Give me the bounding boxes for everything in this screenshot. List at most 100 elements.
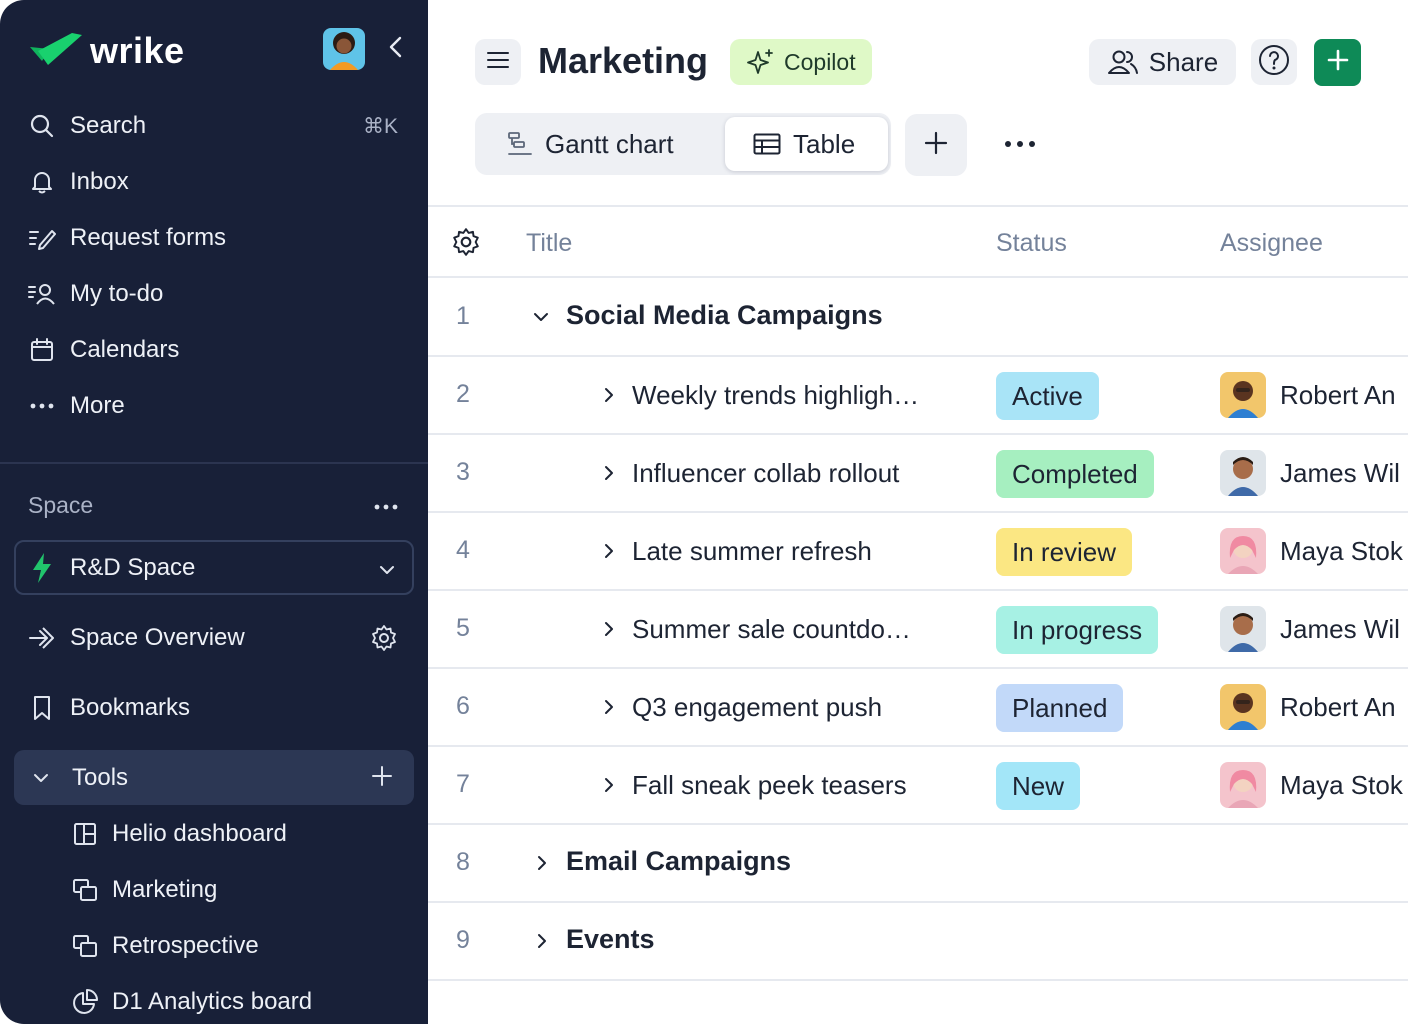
- chevron-right-icon[interactable]: [597, 536, 621, 566]
- table-row[interactable]: 4 Late summer refresh In review Maya Sto…: [428, 512, 1408, 590]
- row-number: 2: [456, 380, 470, 408]
- brand-logo[interactable]: wrike: [28, 30, 185, 72]
- table-group-row[interactable]: 1 Social Media Campaigns: [428, 278, 1408, 356]
- more-views-button[interactable]: [1000, 128, 1040, 162]
- sidebar-item-request-forms[interactable]: Request forms: [0, 210, 428, 266]
- assignee-cell[interactable]: Maya Stok: [1220, 528, 1403, 574]
- gantt-icon: [507, 131, 533, 157]
- sidebar-item-inbox[interactable]: Inbox: [0, 154, 428, 210]
- dashboard-icon: [72, 821, 98, 847]
- group-title[interactable]: Events: [566, 924, 655, 955]
- table-group-row[interactable]: 9 Events: [428, 902, 1408, 980]
- chevron-right-icon[interactable]: [597, 458, 621, 488]
- hamburger-icon: [487, 51, 509, 74]
- assignee-cell[interactable]: Robert An: [1220, 684, 1396, 730]
- chevron-right-icon[interactable]: [597, 692, 621, 722]
- gear-icon[interactable]: [451, 227, 481, 262]
- sidebar-item-label: Calendars: [70, 336, 180, 363]
- tab-table[interactable]: Table: [725, 117, 888, 171]
- menu-button[interactable]: [475, 39, 521, 85]
- space-selector[interactable]: R&D Space: [14, 540, 414, 595]
- plus-icon: [1326, 48, 1350, 77]
- gear-icon[interactable]: [370, 624, 398, 659]
- main-panel: Marketing Copilot Share Gantt chart Tabl…: [428, 0, 1408, 1024]
- task-title[interactable]: Late summer refresh: [632, 536, 872, 567]
- project-icon: [72, 933, 98, 959]
- sidebar-item-label: Search: [70, 112, 147, 139]
- avatar: [1220, 528, 1266, 574]
- calendar-icon: [28, 336, 56, 364]
- tab-gantt-chart[interactable]: Gantt chart: [507, 117, 674, 171]
- sidebar-item-marketing[interactable]: Marketing: [0, 862, 428, 918]
- bookmarks-section: Bookmarks: [0, 680, 428, 736]
- task-title[interactable]: Q3 engagement push: [632, 692, 882, 723]
- chevron-right-icon[interactable]: [597, 770, 621, 800]
- add-view-button[interactable]: [905, 114, 967, 176]
- sidebar-item-label: Inbox: [70, 168, 129, 195]
- table-row[interactable]: 2 Weekly trends highligh… Active Robert …: [428, 356, 1408, 434]
- sidebar-item-label: Space Overview: [70, 624, 245, 651]
- tab-label: Table: [793, 128, 856, 159]
- chevron-right-icon[interactable]: [530, 848, 554, 878]
- table-icon: [753, 133, 781, 155]
- sidebar-item-retrospective[interactable]: Retrospective: [0, 918, 428, 974]
- assignee-cell[interactable]: Robert An: [1220, 372, 1396, 418]
- chevron-right-icon[interactable]: [530, 926, 554, 956]
- status-badge[interactable]: Planned: [996, 684, 1124, 732]
- collapse-sidebar-button[interactable]: [382, 34, 410, 64]
- assignee-name: Robert An: [1280, 379, 1396, 410]
- copilot-button[interactable]: Copilot: [730, 39, 872, 85]
- sidebar-item-bookmarks[interactable]: Bookmarks: [0, 680, 428, 736]
- group-title[interactable]: Email Campaigns: [566, 846, 791, 877]
- sidebar-item-calendars[interactable]: Calendars: [0, 322, 428, 378]
- sidebar-item-d1-analytics-board[interactable]: D1 Analytics board: [0, 974, 428, 1024]
- table-row[interactable]: 5 Summer sale countdo… In progress James…: [428, 590, 1408, 668]
- share-label: Share: [1148, 46, 1219, 77]
- task-title[interactable]: Influencer collab rollout: [632, 458, 899, 489]
- status-badge[interactable]: In review: [996, 528, 1133, 576]
- group-title[interactable]: Social Media Campaigns: [566, 300, 883, 331]
- chevron-down-icon[interactable]: [529, 302, 553, 332]
- avatar: [1220, 684, 1266, 730]
- more-dots-icon: [373, 499, 399, 517]
- assignee-cell[interactable]: Maya Stok: [1220, 762, 1403, 808]
- table-row[interactable]: 6 Q3 engagement push Planned Robert An: [428, 668, 1408, 746]
- pie-chart-icon: [72, 989, 98, 1015]
- sidebar-item-search[interactable]: Search ⌘K: [0, 98, 428, 154]
- space-more-button[interactable]: [372, 494, 400, 522]
- sidebar-item-label: Marketing: [112, 876, 218, 903]
- plus-icon: [924, 131, 948, 160]
- sparkle-icon: [746, 48, 776, 76]
- table-group-row[interactable]: 8 Email Campaigns: [428, 824, 1408, 902]
- table-row[interactable]: 3 Influencer collab rollout Completed Ja…: [428, 434, 1408, 512]
- task-title[interactable]: Fall sneak peek teasers: [632, 770, 907, 801]
- row-number: 5: [456, 614, 470, 642]
- column-header-status[interactable]: Status: [996, 229, 1067, 258]
- add-tool-icon[interactable]: [370, 764, 394, 795]
- avatar: [1220, 450, 1266, 496]
- share-button[interactable]: Share: [1089, 39, 1236, 85]
- assignee-cell[interactable]: James Wil: [1220, 450, 1400, 496]
- status-badge[interactable]: New: [996, 762, 1081, 810]
- sidebar-item-tools[interactable]: Tools: [14, 750, 414, 805]
- task-title[interactable]: Weekly trends highligh…: [632, 380, 919, 411]
- status-badge[interactable]: In progress: [996, 606, 1159, 654]
- chevron-right-icon[interactable]: [597, 380, 621, 410]
- status-badge[interactable]: Completed: [996, 450, 1154, 498]
- user-avatar[interactable]: [323, 28, 365, 70]
- help-button[interactable]: [1251, 39, 1297, 85]
- sidebar-item-helio-dashboard[interactable]: Helio dashboard: [0, 806, 428, 862]
- chevron-right-icon[interactable]: [597, 614, 621, 644]
- sidebar-item-space-overview[interactable]: Space Overview: [0, 610, 428, 666]
- sidebar-item-more[interactable]: More: [0, 378, 428, 434]
- sidebar-item-my-todo[interactable]: My to-do: [0, 266, 428, 322]
- project-icon: [72, 877, 98, 903]
- column-header-title[interactable]: Title: [526, 229, 572, 258]
- row-number: 1: [456, 302, 470, 330]
- assignee-cell[interactable]: James Wil: [1220, 606, 1400, 652]
- table-row[interactable]: 7 Fall sneak peek teasers New Maya Stok: [428, 746, 1408, 824]
- column-header-assignee[interactable]: Assignee: [1220, 229, 1323, 258]
- status-badge[interactable]: Active: [996, 372, 1099, 420]
- task-title[interactable]: Summer sale countdo…: [632, 614, 911, 645]
- add-item-button[interactable]: [1314, 39, 1361, 86]
